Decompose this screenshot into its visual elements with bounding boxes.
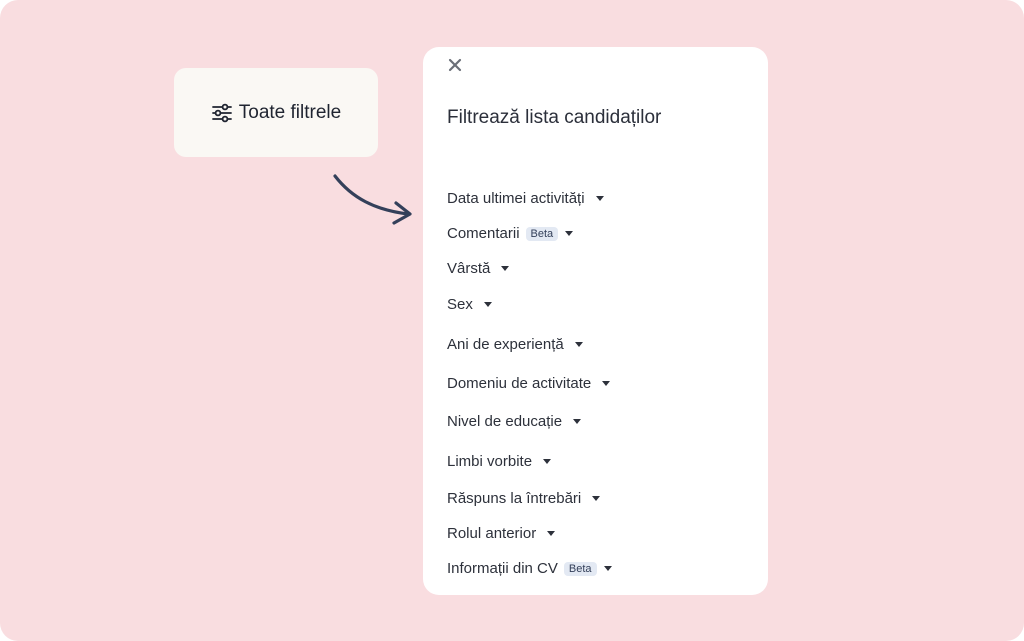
- caret-down-icon: [543, 459, 552, 464]
- caret-down-icon: [483, 302, 492, 307]
- filter-education-level[interactable]: Nivel de educație: [447, 413, 582, 430]
- filter-field-of-activity[interactable]: Domeniu de activitate: [447, 375, 611, 392]
- filter-languages[interactable]: Limbi vorbite: [447, 453, 552, 470]
- filter-label: Informații din CV: [447, 560, 558, 577]
- canvas-background: Toate filtrele Filtrează lista candidați…: [0, 0, 1024, 641]
- filter-question-answers[interactable]: Răspuns la întrebări: [447, 490, 601, 507]
- pointer-arrow: [330, 170, 420, 235]
- beta-badge: Beta: [525, 226, 559, 241]
- caret-down-icon: [501, 266, 510, 271]
- caret-down-icon: [573, 419, 582, 424]
- all-filters-label: Toate filtrele: [238, 101, 342, 123]
- filter-label: Nivel de educație: [447, 413, 563, 430]
- caret-down-icon: [603, 566, 612, 571]
- close-icon: [448, 58, 462, 77]
- all-filters-button[interactable]: Toate filtrele: [174, 68, 378, 157]
- caret-down-icon: [565, 231, 574, 236]
- filter-label: Data ultimei activități: [447, 190, 585, 207]
- filter-age[interactable]: Vârstă: [447, 260, 510, 277]
- filter-label: Sex: [447, 296, 473, 313]
- filter-label: Ani de experiență: [447, 336, 564, 353]
- filter-label: Rolul anterior: [447, 525, 537, 542]
- filter-label: Limbi vorbite: [447, 453, 533, 470]
- filter-last-activity[interactable]: Data ultimei activități: [447, 190, 604, 207]
- caret-down-icon: [592, 496, 601, 501]
- filter-comments[interactable]: Comentarii Beta: [447, 225, 574, 242]
- filter-label: Domeniu de activitate: [447, 375, 592, 392]
- filter-label: Răspuns la întrebări: [447, 490, 582, 507]
- caret-down-icon: [574, 342, 583, 347]
- beta-badge: Beta: [563, 561, 597, 576]
- caret-down-icon: [547, 531, 556, 536]
- sliders-icon: [211, 103, 233, 123]
- caret-down-icon: [602, 381, 611, 386]
- filter-label: Vârstă: [447, 260, 491, 277]
- filter-sex[interactable]: Sex: [447, 296, 492, 313]
- close-button[interactable]: [445, 57, 465, 77]
- panel-title: Filtrează lista candidaților: [447, 107, 662, 128]
- filter-panel: Filtrează lista candidaților Data ultime…: [423, 47, 768, 595]
- filter-label: Comentarii: [447, 225, 520, 242]
- caret-down-icon: [595, 196, 604, 201]
- filter-previous-role[interactable]: Rolul anterior: [447, 525, 556, 542]
- filter-cv-info[interactable]: Informații din CV Beta: [447, 560, 612, 577]
- filter-experience-years[interactable]: Ani de experiență: [447, 336, 583, 353]
